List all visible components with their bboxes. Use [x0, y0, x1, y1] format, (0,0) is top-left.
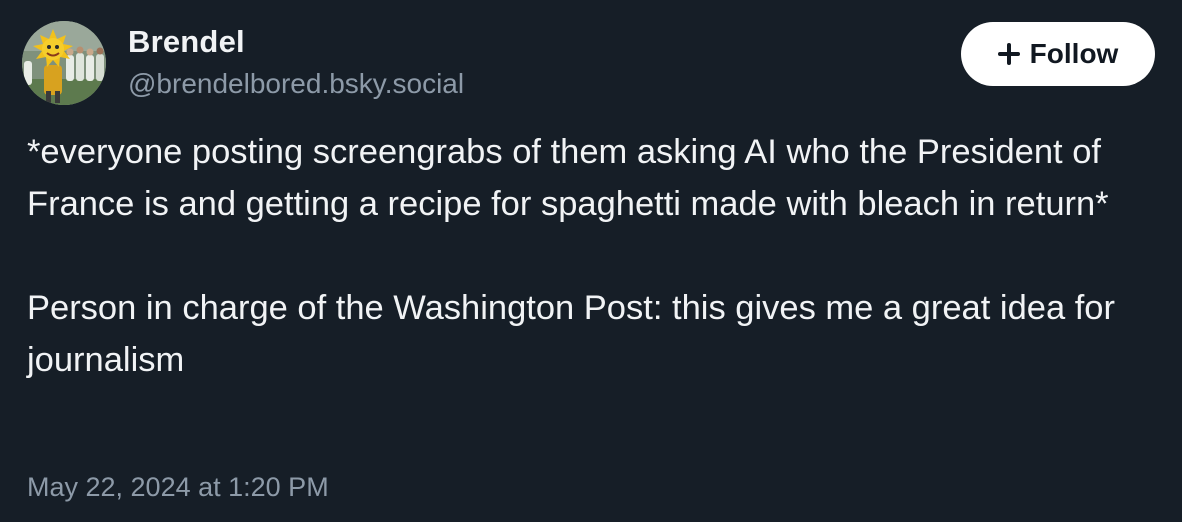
author-display-name[interactable]: Brendel — [128, 24, 245, 60]
follow-button-label: Follow — [1029, 38, 1119, 69]
post-timestamp[interactable]: May 22, 2024 at 1:20 PM — [27, 472, 329, 503]
post-paragraph: Person in charge of the Washington Post:… — [27, 289, 1115, 379]
author-handle[interactable]: @brendelbored.bsky.social — [128, 68, 464, 100]
author-avatar[interactable] — [22, 21, 106, 105]
post-body: *everyone posting screengrabs of them as… — [27, 126, 1162, 386]
post-card: Brendel @brendelbored.bsky.social Follow… — [0, 0, 1182, 522]
follow-button[interactable]: Follow — [961, 22, 1155, 86]
plus-icon — [997, 43, 1020, 65]
post-paragraph: *everyone posting screengrabs of them as… — [27, 133, 1109, 223]
mascot-avatar-icon — [22, 21, 106, 105]
